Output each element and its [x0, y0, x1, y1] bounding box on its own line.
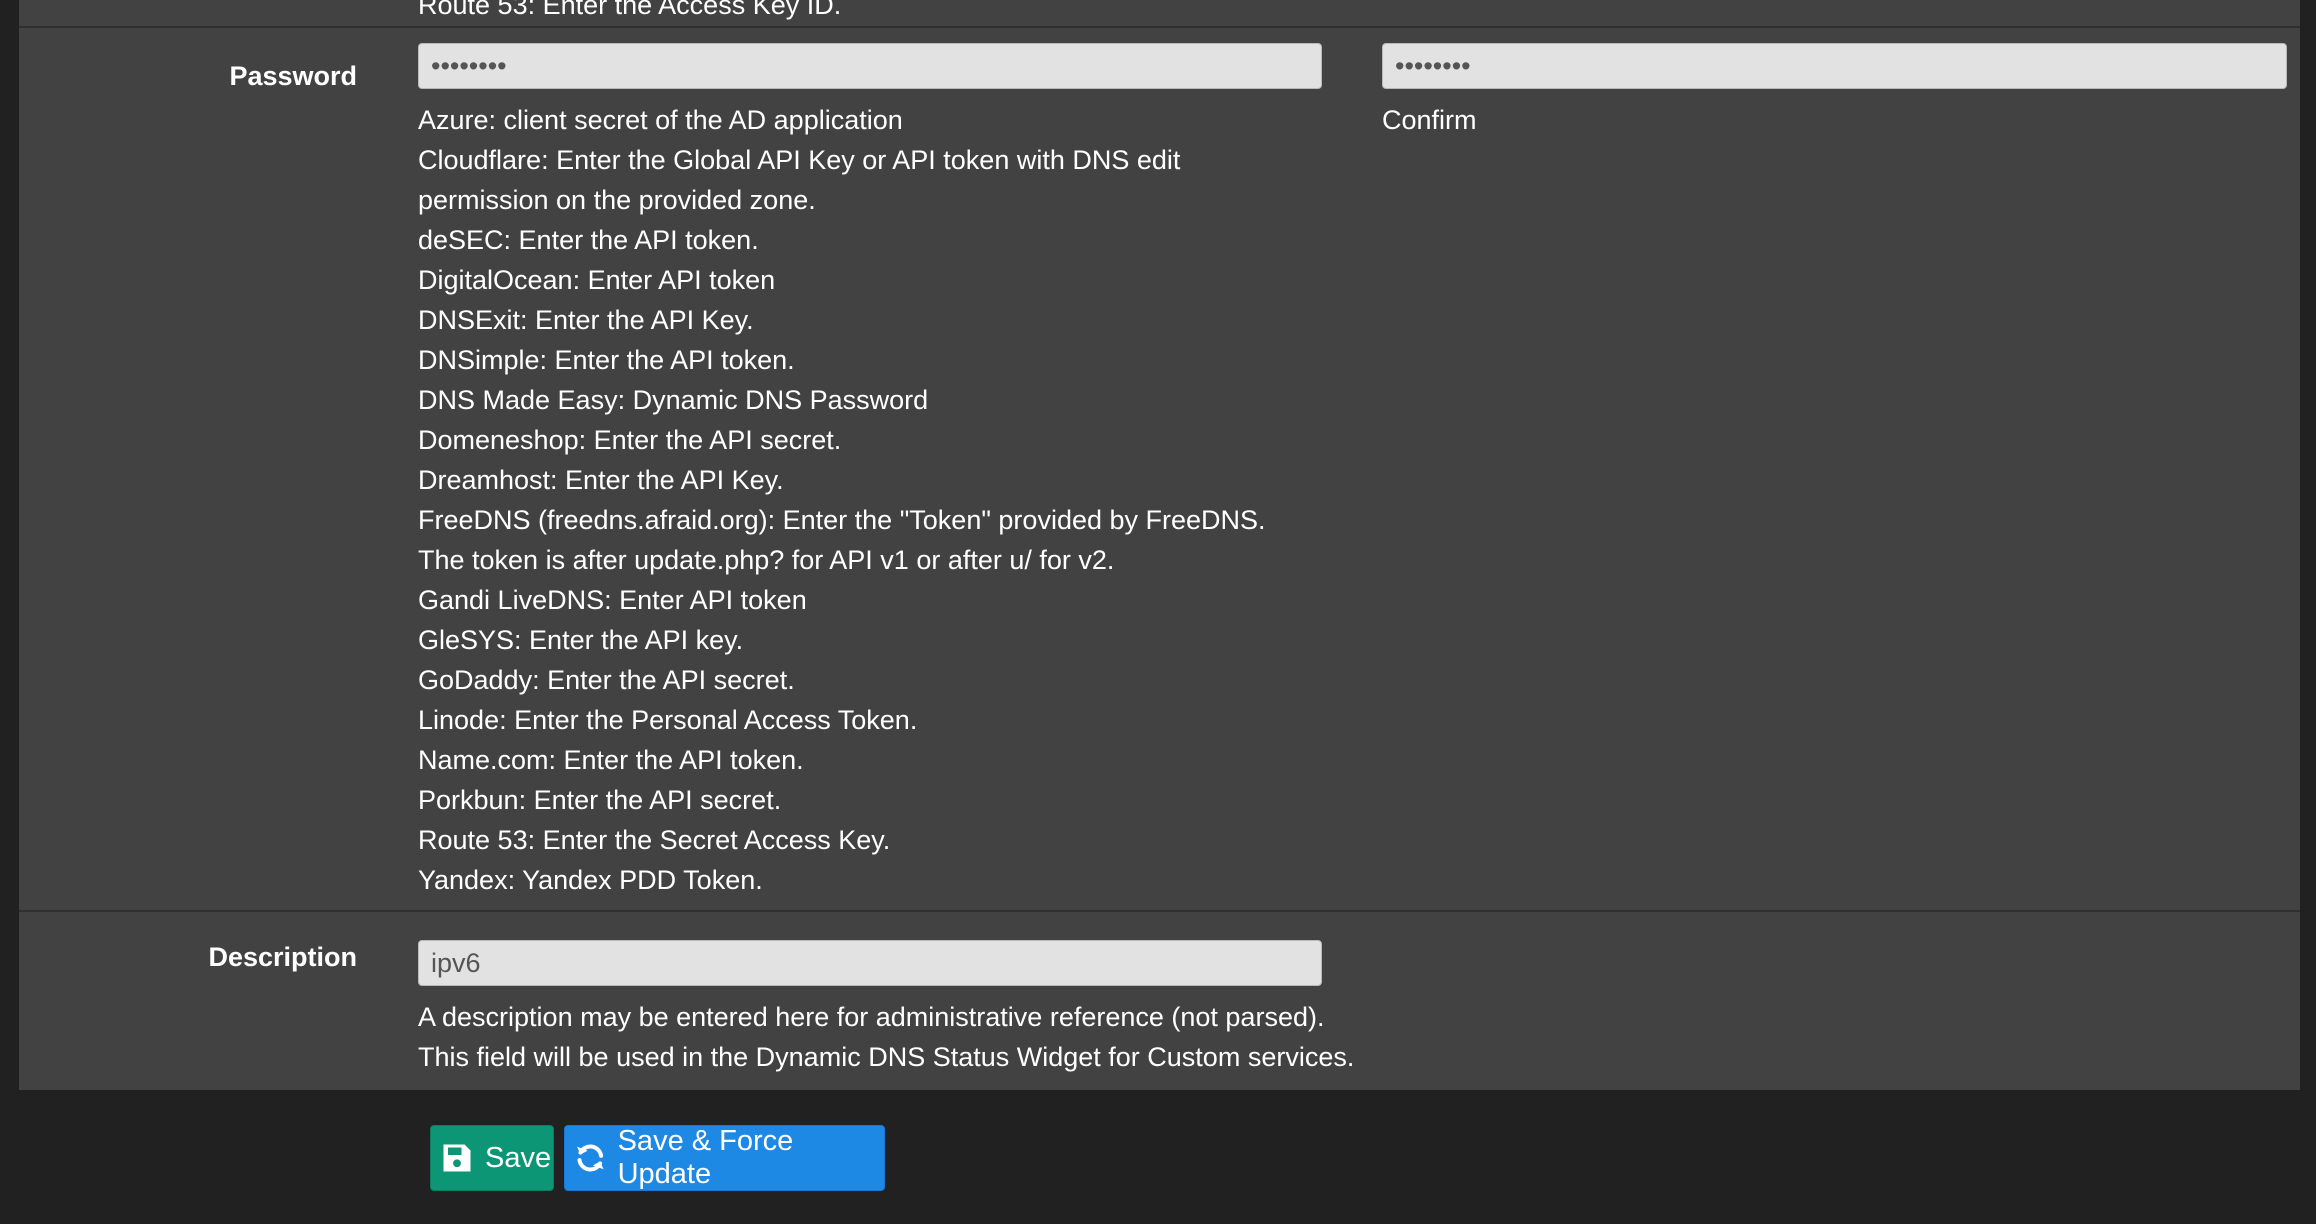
help-line: DNS Made Easy: Dynamic DNS Password: [418, 385, 929, 415]
help-line: Yandex: Yandex PDD Token.: [418, 865, 763, 895]
help-line: deSEC: Enter the API token.: [418, 225, 759, 255]
help-line: permission on the provided zone.: [418, 185, 816, 215]
help-line: DNSExit: Enter the API Key.: [418, 305, 754, 335]
save-button[interactable]: Save: [430, 1125, 554, 1191]
refresh-icon: [577, 1144, 604, 1172]
help-line: GoDaddy: Enter the API secret.: [418, 665, 795, 695]
password-row: Password •••••••• •••••••• Confirm Azure…: [19, 28, 2300, 912]
save-force-update-label: Save & Force Update: [617, 1125, 794, 1190]
password-label: Password: [229, 61, 357, 91]
help-line: Azure: client secret of the AD applicati…: [418, 105, 903, 135]
save-force-update-button[interactable]: Save & Force Update: [564, 1125, 885, 1191]
help-line: DigitalOcean: Enter API token: [418, 265, 776, 295]
help-line: GleSYS: Enter the API key.: [418, 625, 744, 655]
access-key-row-remainder: Route 53: Enter the Access Key ID.: [19, 0, 2300, 28]
help-line: Route 53: Enter the Secret Access Key.: [418, 825, 891, 855]
help-line: DNSimple: Enter the API token.: [418, 345, 795, 375]
help-line: Gandi LiveDNS: Enter API token: [418, 585, 807, 615]
help-line: Linode: Enter the Personal Access Token.: [418, 705, 918, 735]
help-line: Porkbun: Enter the API secret.: [418, 785, 782, 815]
description-row: Description ipv6 A description may be en…: [19, 912, 2300, 1090]
confirm-label: Confirm: [1382, 105, 1477, 135]
help-line: Dreamhost: Enter the API Key.: [418, 465, 784, 495]
save-icon: [443, 1144, 471, 1172]
password-input[interactable]: ••••••••: [418, 43, 1322, 89]
description-input[interactable]: ipv6: [418, 940, 1322, 986]
help-line: The token is after update.php? for API v…: [418, 545, 1115, 575]
form-panel: Route 53: Enter the Access Key ID. Passw…: [19, 0, 2300, 1090]
password-help-text: Azure: client secret of the AD applicati…: [418, 100, 1266, 900]
password-confirm-input[interactable]: ••••••••: [1382, 43, 2287, 89]
description-help-text: A description may be entered here for ad…: [418, 997, 1354, 1077]
access-key-help-text: Route 53: Enter the Access Key ID.: [418, 0, 842, 20]
description-label: Description: [208, 942, 357, 972]
help-line: Cloudflare: Enter the Global API Key or …: [418, 145, 1181, 175]
help-line: Domeneshop: Enter the API secret.: [418, 425, 842, 455]
help-line: This field will be used in the Dynamic D…: [418, 1042, 1355, 1072]
help-line: FreeDNS (freedns.afraid.org): Enter the …: [418, 505, 1266, 535]
help-line: A description may be entered here for ad…: [418, 1002, 1325, 1032]
save-button-label: Save: [485, 1141, 552, 1174]
help-line: Name.com: Enter the API token.: [418, 745, 804, 775]
